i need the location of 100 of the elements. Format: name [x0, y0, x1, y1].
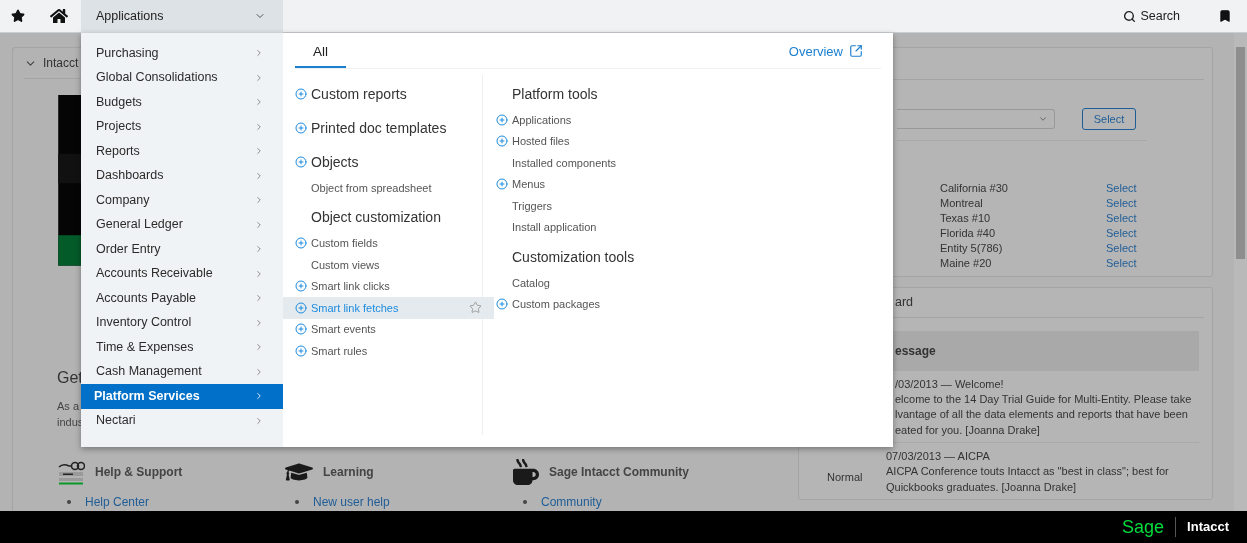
menu-item[interactable]: Time & Expenses [81, 335, 283, 360]
menu-link[interactable]: Install application [512, 219, 597, 236]
chevron-right-icon [254, 97, 264, 108]
message-text: elcome to the 14 Day Trial Guide for Multi-Entity. Please take [895, 391, 1192, 407]
menu-link-row[interactable]: Applications [484, 109, 795, 131]
entity-dropdown[interactable] [897, 109, 1055, 129]
add-icon[interactable] [295, 280, 307, 293]
add-icon[interactable] [496, 113, 508, 126]
message-text: eated for you. [Joanna Drake] [895, 422, 1041, 438]
menu-item[interactable]: Order Entry [81, 237, 283, 262]
help-section-title: Sage Intacct Community [549, 464, 690, 481]
chevron-right-icon [254, 342, 264, 353]
chevron-right-icon [254, 366, 264, 377]
menu-item[interactable]: Projects [81, 114, 283, 139]
chevron-right-icon [254, 48, 264, 59]
message-text: AICPA Conference touts Intacct as "best in class"; best for [886, 464, 1169, 479]
coffee-cup-icon [513, 459, 539, 485]
menu-link[interactable]: Hosted files [512, 133, 570, 150]
scrollbar[interactable] [1234, 33, 1247, 511]
chevron-right-icon [254, 219, 264, 230]
chevron-right-icon [254, 244, 264, 255]
bookmark-icon[interactable] [1218, 9, 1232, 23]
chevron-right-icon [254, 268, 264, 279]
add-icon[interactable] [295, 301, 307, 314]
menu-link[interactable]: Custom packages [512, 296, 601, 313]
column-header: essage [895, 342, 936, 360]
menu-link[interactable]: Smart link clicks [311, 278, 390, 295]
menu-item[interactable]: Accounts Payable [81, 286, 283, 311]
favorite-star-icon[interactable] [469, 301, 482, 315]
card-title: ard [895, 294, 914, 312]
home-icon[interactable] [49, 8, 68, 24]
entity-name: California #30 [940, 181, 1009, 197]
add-icon[interactable] [496, 178, 508, 191]
add-icon[interactable] [496, 298, 508, 311]
chevron-down-icon [1038, 114, 1048, 124]
menu-item[interactable]: Global Consolidations [81, 65, 283, 90]
menu-item[interactable]: Reports [81, 139, 283, 164]
chevron-right-icon [254, 317, 264, 328]
menu-item[interactable]: Platform Services [81, 384, 283, 409]
menu-section-title: Customization tools [512, 247, 635, 267]
add-icon[interactable] [295, 122, 307, 134]
add-icon[interactable] [496, 135, 508, 148]
entity-name: Montreal [940, 196, 984, 212]
menu-item[interactable]: Nectari [81, 408, 283, 433]
chevron-right-icon [254, 293, 264, 304]
help-section-title: Help & Support [95, 464, 183, 481]
brand-logo: Sage [1122, 518, 1165, 536]
menu-item[interactable]: Cash Management [81, 359, 283, 384]
card-title: Intacct [43, 55, 79, 73]
add-icon[interactable] [295, 237, 307, 250]
menu-link-row[interactable]: Hosted files [484, 130, 795, 152]
menu-item[interactable]: Inventory Control [81, 310, 283, 335]
message-text: Quickbooks graduates. [Joanna Drake] [886, 479, 1078, 495]
menu-section-title[interactable]: Custom reports [311, 83, 407, 105]
message-text: lvantage of all the data elements and reports that have been [895, 407, 1189, 422]
product-name: Intacct [1187, 518, 1229, 537]
chevron-right-icon [254, 415, 264, 426]
menu-link[interactable]: Object from spreadsheet [311, 179, 432, 196]
menu-item[interactable]: Accounts Receivable [81, 261, 283, 286]
help-section-title: Learning [323, 464, 374, 481]
search-button[interactable]: Search [1123, 6, 1180, 26]
add-icon[interactable] [295, 344, 307, 357]
menu-link[interactable]: Applications [512, 111, 572, 128]
chevron-right-icon [254, 170, 264, 181]
add-icon[interactable] [295, 88, 307, 100]
message-header: /03/2013 — Welcome! [895, 376, 1005, 392]
menu-link-row[interactable]: Smart rules [283, 340, 494, 362]
entity-name: Florida #40 [940, 226, 997, 242]
help-desk-icon [57, 459, 85, 485]
priority-label: Normal [827, 469, 863, 485]
menu-item[interactable]: General Ledger [81, 212, 283, 237]
menu-tab[interactable]: All [295, 38, 346, 68]
menu-link[interactable]: Menus [512, 176, 546, 193]
menu-link[interactable]: Custom views [311, 256, 380, 273]
menu-section-title[interactable]: Objects [311, 151, 359, 173]
chevron-right-icon [254, 121, 264, 132]
menu-section-title: Platform tools [512, 84, 598, 104]
overview-link[interactable]: Overview [788, 41, 863, 61]
applications-dropdown[interactable]: Applications [81, 0, 283, 33]
menu-link-row[interactable]: Smart events [283, 318, 494, 340]
intro-text: As a [57, 399, 79, 414]
menu-item[interactable]: Dashboards [81, 163, 283, 188]
menu-link[interactable]: Smart rules [311, 342, 368, 359]
chevron-right-icon [254, 195, 264, 206]
chevron-right-icon [254, 391, 264, 402]
add-icon[interactable] [295, 156, 307, 168]
menu-section-title[interactable]: Printed doc templates [311, 117, 447, 139]
menu-link[interactable]: Installed components [512, 154, 616, 171]
menu-link[interactable]: Triggers [512, 197, 552, 214]
menu-item[interactable]: Company [81, 188, 283, 213]
menu-link[interactable]: Custom fields [311, 235, 378, 252]
menu-link[interactable]: Catalog [512, 274, 550, 291]
search-icon [1123, 9, 1137, 23]
menu-link[interactable]: Smart events [311, 321, 376, 338]
add-icon[interactable] [295, 323, 307, 336]
menu-link-row[interactable]: Installed components [484, 152, 795, 174]
menu-item[interactable]: Purchasing [81, 41, 283, 66]
entity-name: Maine #20 [940, 256, 993, 272]
favorites-star-icon[interactable] [11, 9, 25, 23]
menu-item[interactable]: Budgets [81, 90, 283, 115]
